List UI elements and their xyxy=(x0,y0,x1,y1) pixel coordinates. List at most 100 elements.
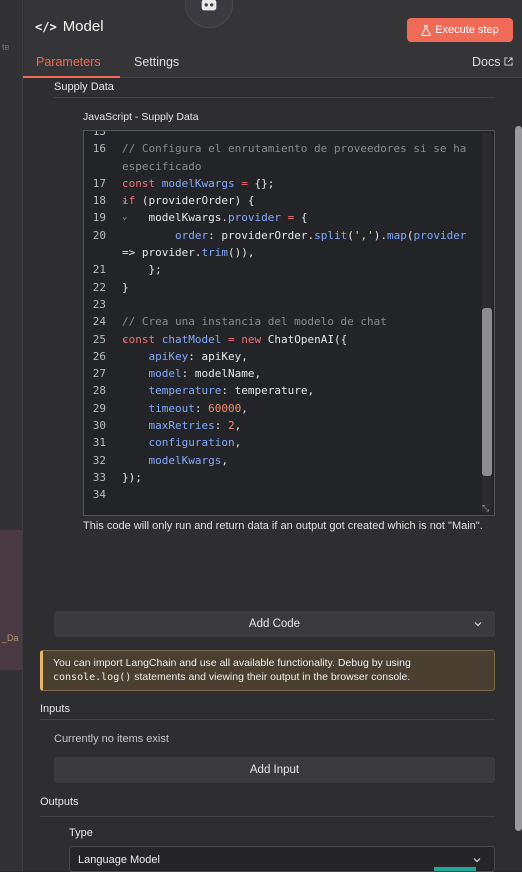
code-token: , xyxy=(234,419,242,433)
panel-scrollbar-thumb[interactable] xyxy=(515,126,522,831)
fold-gutter xyxy=(106,382,122,399)
output-type-select[interactable]: Language Model xyxy=(69,846,495,872)
line-number: 19 xyxy=(92,211,106,225)
docs-link[interactable]: Docs xyxy=(472,55,513,69)
code-token: ( xyxy=(347,228,354,242)
code-token: model xyxy=(122,367,182,381)
code-line: 34 xyxy=(84,486,482,503)
code-token: apiKey xyxy=(122,349,189,363)
fold-chevron-icon[interactable]: ⌄ xyxy=(106,331,127,348)
tab-parameters[interactable]: Parameters xyxy=(36,55,101,69)
fold-gutter xyxy=(106,452,122,469)
code-line: 19 ⌄ modelKwargs.provider = { xyxy=(84,209,482,226)
code-lines: 13 16 // Configura el enrutamiento de prov… xyxy=(84,130,482,504)
line-number: 13 xyxy=(92,130,106,138)
code-line: 22} xyxy=(84,279,482,296)
line-number: 33 xyxy=(92,470,106,484)
add-input-button[interactable]: Add Input xyxy=(54,757,495,783)
external-link-icon xyxy=(504,57,513,66)
fold-gutter xyxy=(106,348,122,365)
canvas-node-highlight xyxy=(0,530,22,670)
fold-chevron-icon[interactable]: ⌄ xyxy=(106,192,127,209)
code-editor-label: JavaScript - Supply Data xyxy=(83,111,199,123)
execute-step-button[interactable]: Execute step xyxy=(407,18,513,42)
active-tab-indicator xyxy=(23,76,120,78)
outputs-heading: Outputs xyxy=(40,796,79,808)
code-token: if xyxy=(122,194,142,208)
code-line: 21 }; xyxy=(84,261,482,278)
code-line: 31 configuration, xyxy=(84,434,482,451)
code-line: 28 temperature: temperature, xyxy=(84,382,482,399)
code-token: split xyxy=(314,228,348,242)
robot-icon[interactable] xyxy=(185,0,233,28)
code-token: ()), xyxy=(227,246,255,260)
code-line: 29 timeout: 60000, xyxy=(84,400,482,417)
editor-scrollbar-thumb[interactable] xyxy=(482,308,492,476)
code-text: // Configura el enrutamiento de proveedo… xyxy=(122,140,482,175)
code-text: temperature: temperature, xyxy=(122,382,482,399)
code-token: , xyxy=(221,453,228,467)
line-number: 21 xyxy=(92,263,106,277)
editor-scrollbar[interactable] xyxy=(482,133,492,513)
output-type-label: Type xyxy=(69,827,93,839)
inline-code: console.log() xyxy=(53,671,132,683)
code-token: modelKwargs xyxy=(161,176,235,190)
code-token: , xyxy=(234,436,242,450)
inputs-heading: Inputs xyxy=(40,703,70,715)
line-number: 26 xyxy=(92,349,106,363)
panel-scrollbar[interactable] xyxy=(515,126,522,831)
line-number: 29 xyxy=(92,401,106,415)
code-line: 24 // Crea una instancia del modelo de ch… xyxy=(84,313,482,330)
code-token: : temperature, xyxy=(221,384,315,398)
line-number: 22 xyxy=(92,280,106,294)
code-text: modelKwargs.provider = { xyxy=(122,209,482,226)
code-token: provider xyxy=(227,211,281,225)
line-number: 25 xyxy=(92,332,106,346)
code-text: timeout: 60000, xyxy=(122,400,482,417)
fold-gutter xyxy=(106,227,122,262)
tab-settings[interactable]: Settings xyxy=(134,55,179,69)
section-divider xyxy=(54,97,495,98)
line-number: 16 xyxy=(92,142,106,156)
resize-handle-icon[interactable]: ⤡ xyxy=(482,503,492,513)
canvas-text-fragment: te xyxy=(2,42,10,52)
code-token: const xyxy=(122,176,162,190)
code-text: }; xyxy=(122,261,482,278)
code-line: 33}); xyxy=(84,469,482,486)
code-token: // Configura el enrutamiento de proveedo… xyxy=(122,142,473,173)
code-token: chatModel xyxy=(161,332,222,346)
code-text: maxRetries: 2, xyxy=(122,417,482,434)
chevron-down-icon xyxy=(474,622,482,627)
add-code-button[interactable]: Add Code xyxy=(54,611,495,637)
tab-bar: Parameters Settings Docs xyxy=(23,48,522,78)
code-text: }); xyxy=(122,469,482,486)
node-title[interactable]: Model xyxy=(63,18,104,35)
code-token: { xyxy=(300,211,308,225)
code-line: 20 order: providerOrder.split(',').map(p… xyxy=(84,227,482,262)
code-token: : xyxy=(214,419,228,433)
section-divider xyxy=(40,719,495,720)
code-text: model: modelName, xyxy=(122,365,482,382)
code-token: }); xyxy=(122,470,142,484)
code-line: 18 ⌄ if (providerOrder) { xyxy=(84,192,482,209)
code-hint-text: This code will only run and return data … xyxy=(83,520,483,532)
code-editor[interactable]: 13 16 // Configura el enrutamiento de prov… xyxy=(83,130,495,516)
langchain-info-callout: You can import LangChain and use all ava… xyxy=(40,650,495,691)
code-token: temperature xyxy=(122,384,222,398)
code-line: 27 model: modelName, xyxy=(84,365,482,382)
line-number: 28 xyxy=(92,384,106,398)
supply-data-heading: Supply Data xyxy=(54,81,114,93)
code-line: 13 xyxy=(84,130,482,140)
line-number: 27 xyxy=(92,367,106,381)
code-line: 23 xyxy=(84,296,482,313)
code-token: new xyxy=(241,332,268,346)
code-text: // Crea una instancia del modelo de chat xyxy=(122,313,482,330)
fold-chevron-icon[interactable]: ⌄ xyxy=(106,209,127,226)
fold-gutter xyxy=(106,486,122,503)
code-line: 25 ⌄ const chatModel = new ChatOpenAI({ xyxy=(84,331,482,348)
line-number: 34 xyxy=(92,488,106,502)
fold-gutter xyxy=(106,417,122,434)
canvas-text-fragment: _Da xyxy=(2,633,19,643)
